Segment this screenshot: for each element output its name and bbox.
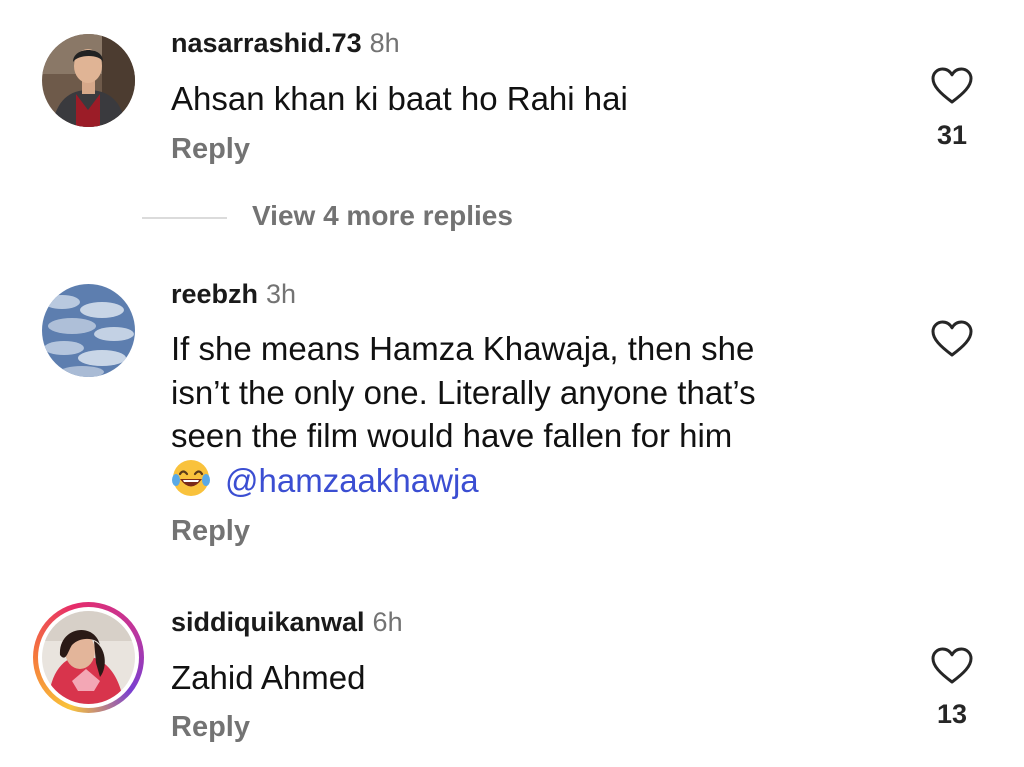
- heart-icon[interactable]: [930, 646, 974, 686]
- comment-text-line: seen the film would have fallen for him: [171, 417, 733, 454]
- comment-text-line: Zahid Ahmed: [171, 659, 366, 696]
- username[interactable]: reebzh: [171, 279, 258, 309]
- comment-text: Zahid Ahmed: [171, 656, 871, 700]
- heart-icon[interactable]: [930, 66, 974, 106]
- like-count: 13: [936, 699, 968, 729]
- comment-meta: siddiquikanwal 6h: [171, 606, 403, 638]
- profile-photo-icon: [42, 34, 135, 127]
- divider: [142, 217, 227, 219]
- username[interactable]: nasarrashid.73: [171, 28, 362, 58]
- reply-button[interactable]: Reply: [171, 710, 250, 744]
- laughing-emoji-icon: [172, 459, 210, 496]
- username[interactable]: siddiquikanwal: [171, 607, 365, 637]
- comment-meta: nasarrashid.73 8h: [171, 27, 400, 59]
- avatar[interactable]: [42, 284, 135, 377]
- comment-text-line: Ahsan khan ki baat ho Rahi hai: [171, 80, 628, 117]
- reply-button[interactable]: Reply: [171, 514, 250, 548]
- timestamp: 8h: [369, 28, 400, 58]
- timestamp: 6h: [372, 607, 403, 637]
- heart-icon[interactable]: [930, 319, 974, 359]
- profile-photo-icon: [42, 611, 135, 704]
- like-count: 31: [936, 120, 968, 150]
- mention-link[interactable]: @hamzaakhawja: [225, 462, 479, 499]
- story-ring[interactable]: [33, 602, 144, 713]
- avatar[interactable]: [42, 611, 135, 704]
- comment-text: If she means Hamza Khawaja, then she isn…: [171, 327, 871, 502]
- comment-text: Ahsan khan ki baat ho Rahi hai: [171, 77, 871, 121]
- comment-meta: reebzh 3h: [171, 278, 296, 310]
- timestamp: 3h: [266, 279, 297, 309]
- comment-text-line: @hamzaakhawja: [171, 458, 871, 503]
- profile-photo-icon: [42, 284, 135, 377]
- comment-text-line: If she means Hamza Khawaja, then she: [171, 330, 755, 367]
- avatar[interactable]: [42, 34, 135, 127]
- comments-thread: nasarrashid.73 8h Ahsan khan ki baat ho R…: [0, 0, 1024, 767]
- reply-button[interactable]: Reply: [171, 132, 250, 166]
- comment-text-line: isn’t the only one. Literally anyone tha…: [171, 373, 756, 411]
- view-more-replies-label[interactable]: View 4 more replies: [252, 200, 513, 232]
